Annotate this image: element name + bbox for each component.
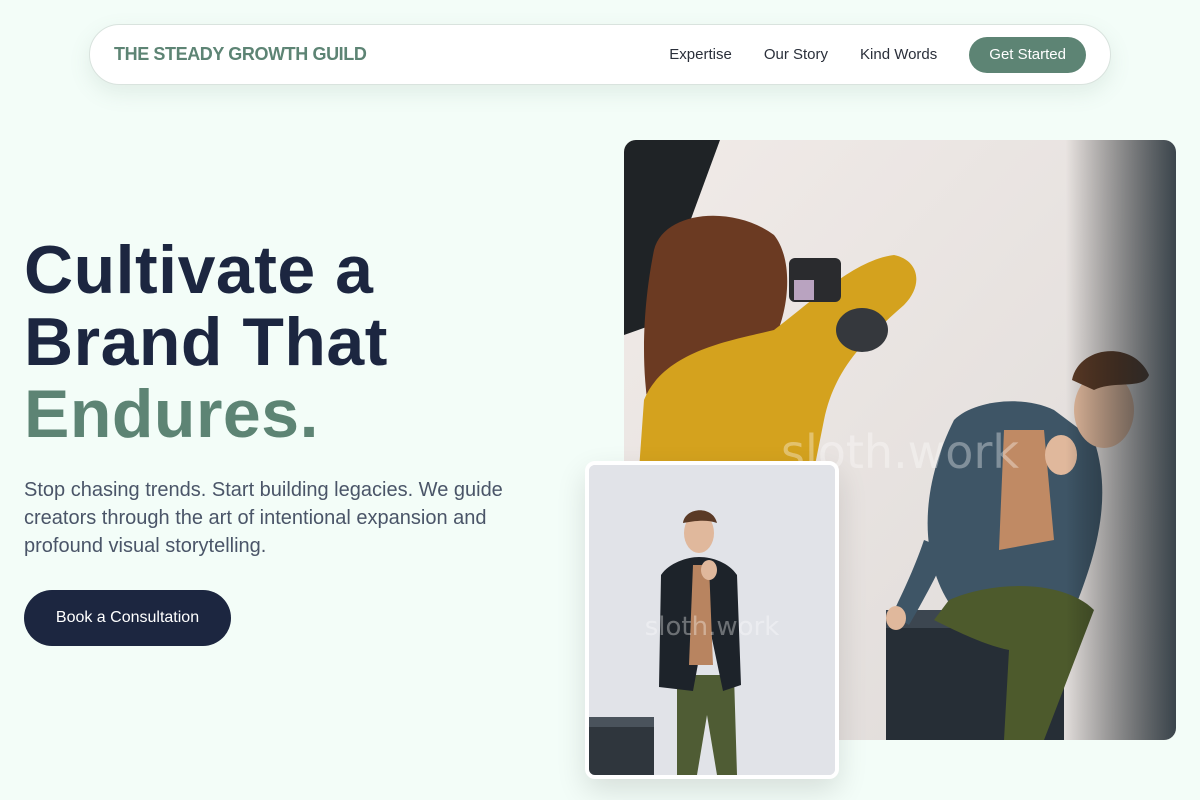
headline-line-1: Cultivate a [24,232,374,308]
nav-link-kind-words[interactable]: Kind Words [860,46,937,63]
hero-secondary-image: sloth.work [585,461,839,779]
book-consultation-button[interactable]: Book a Consultation [24,590,231,646]
nav-links: Expertise Our Story Kind Words Get Start… [669,36,1086,73]
watermark-text-small: sloth.work [645,612,780,642]
model-photo-illustration: sloth.work [589,465,835,775]
hero-headline: Cultivate a Brand That Endures. [24,234,388,450]
landing-page: THE STEADY GROWTH GUILD Expertise Our St… [0,0,1200,800]
nav-link-expertise[interactable]: Expertise [669,46,732,63]
headline-accent: Endures. [24,376,319,452]
get-started-button[interactable]: Get Started [969,36,1086,73]
top-nav: THE STEADY GROWTH GUILD Expertise Our St… [89,24,1111,85]
nav-link-our-story[interactable]: Our Story [764,46,828,63]
brand-logo[interactable]: THE STEADY GROWTH GUILD [114,44,367,65]
hero-subtext: Stop chasing trends. Start building lega… [24,479,503,557]
headline-line-2: Brand That [24,304,388,380]
